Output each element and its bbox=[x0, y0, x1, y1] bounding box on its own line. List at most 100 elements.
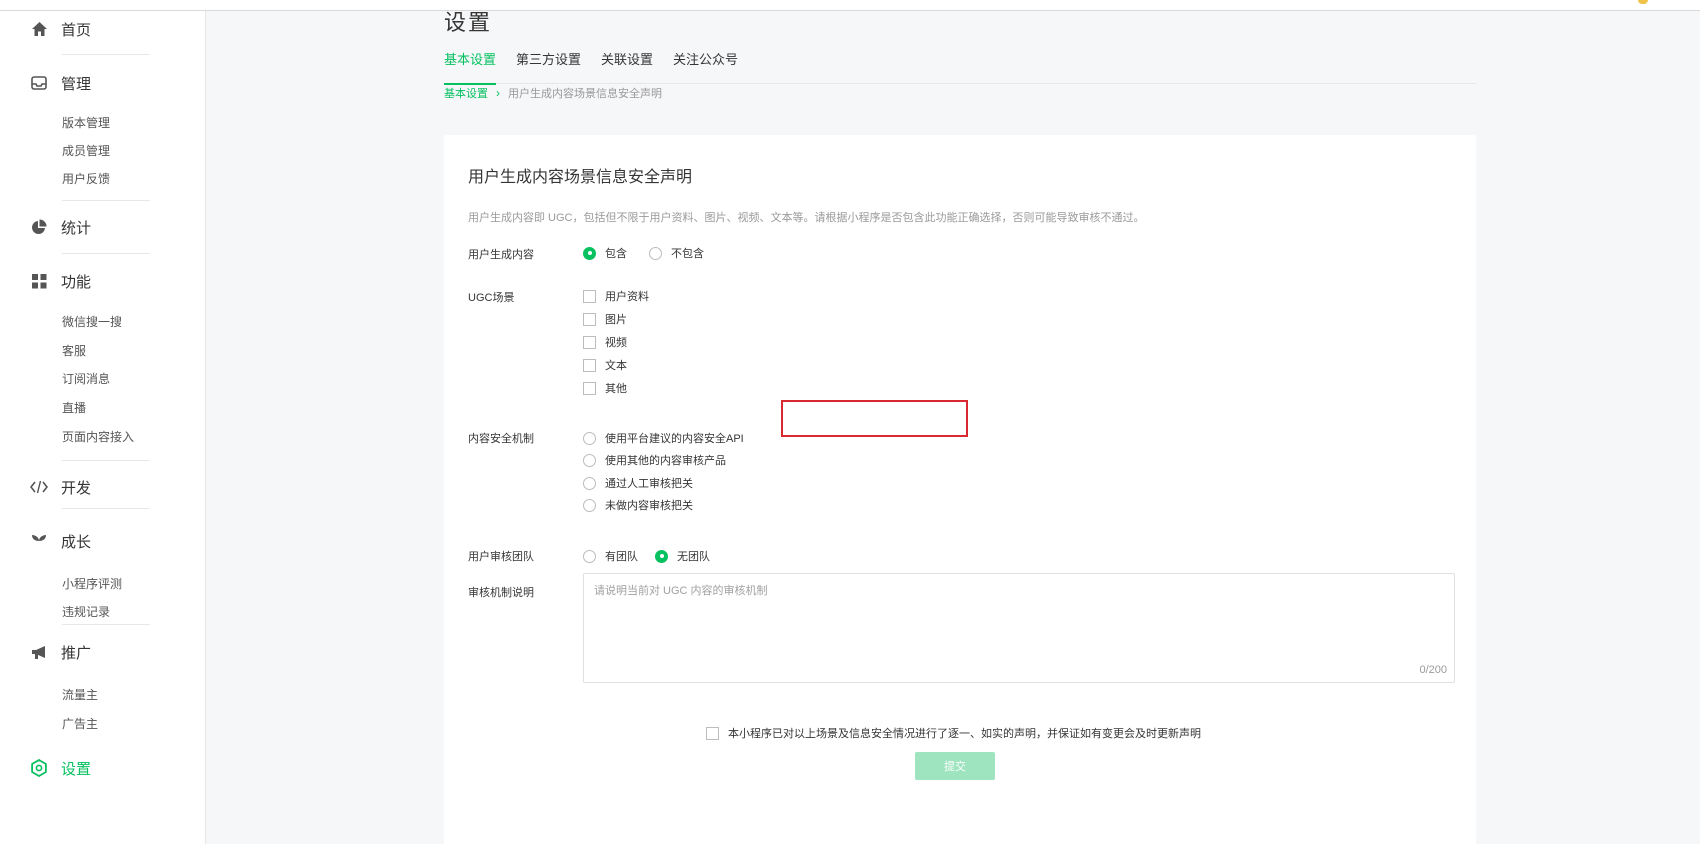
checkbox[interactable] bbox=[583, 358, 596, 372]
option-label: 包含 bbox=[605, 248, 627, 260]
ugc-scenes-label: UGC场景 bbox=[468, 292, 515, 304]
agreement-checkbox-row[interactable]: 本小程序已对以上场景及信息安全情况进行了逐一、如实的声明，并保证如有变更会及时更… bbox=[706, 725, 1201, 741]
scene-user-profile-checkbox[interactable]: 用户资料 bbox=[583, 288, 649, 304]
sidebar-item-live[interactable]: 直播 bbox=[62, 399, 86, 416]
radio-checked[interactable] bbox=[583, 246, 596, 260]
sidebar-item-traffic-owner[interactable]: 流量主 bbox=[62, 686, 98, 703]
sidebar-item-mini-program-review[interactable]: 小程序评测 bbox=[62, 575, 122, 592]
sidebar-item-user-feedback[interactable]: 用户反馈 bbox=[62, 170, 110, 187]
ugc-content-exclude-option[interactable]: 不包含 bbox=[649, 245, 704, 261]
security-mechanism-label: 内容安全机制 bbox=[468, 433, 534, 445]
sidebar-item-dev[interactable]: 开发 bbox=[30, 475, 91, 499]
tab-basic-settings[interactable]: 基本设置 bbox=[444, 46, 497, 85]
form-description: 用户生成内容即 UGC，包括但不限于用户资料、图片、视频、文本等。请根据小程序是… bbox=[468, 212, 1145, 224]
scene-other-checkbox[interactable]: 其他 bbox=[583, 380, 627, 396]
tab-association-settings[interactable]: 关联设置 bbox=[601, 46, 653, 84]
security-other-product-option[interactable]: 使用其他的内容审核产品 bbox=[583, 452, 726, 468]
checkbox[interactable] bbox=[583, 381, 596, 395]
agreement-text: 本小程序已对以上场景及信息安全情况进行了逐一、如实的声明，并保证如有变更会及时更… bbox=[728, 728, 1201, 740]
sidebar-item-member-manage[interactable]: 成员管理 bbox=[62, 142, 110, 159]
sidebar-item-stats[interactable]: 统计 bbox=[30, 215, 91, 239]
main-content: 设置 基本设置 第三方设置 关联设置 关注公众号 基本设置 › 用户生成内容场景… bbox=[206, 10, 1700, 844]
sidebar-item-promote[interactable]: 推广 bbox=[30, 640, 91, 664]
radio-checked[interactable] bbox=[655, 549, 668, 563]
review-description-textarea[interactable]: 请说明当前对 UGC 内容的审核机制 0/200 bbox=[583, 573, 1455, 683]
chevron-right-icon: › bbox=[496, 86, 500, 100]
sidebar-item-label: 推广 bbox=[61, 644, 92, 662]
code-icon bbox=[30, 478, 48, 496]
sidebar-item-label: 设置 bbox=[61, 760, 92, 778]
sidebar-item-label: 开发 bbox=[61, 479, 92, 497]
radio-unchecked[interactable] bbox=[583, 476, 596, 490]
tab-bar: 基本设置 第三方设置 关联设置 关注公众号 bbox=[444, 46, 1476, 85]
sidebar-item-label: 成长 bbox=[61, 533, 92, 551]
top-bar bbox=[0, 0, 1700, 11]
review-team-label: 用户审核团队 bbox=[468, 551, 534, 563]
megaphone-icon bbox=[30, 643, 48, 661]
scene-text-checkbox[interactable]: 文本 bbox=[583, 357, 627, 373]
page-title: 设置 bbox=[444, 10, 493, 35]
option-label: 图片 bbox=[605, 314, 627, 326]
sidebar-item-wechat-search[interactable]: 微信搜一搜 bbox=[62, 313, 122, 330]
security-platform-api-option[interactable]: 使用平台建议的内容安全API bbox=[583, 430, 744, 446]
checkbox[interactable] bbox=[583, 335, 596, 349]
sidebar-item-advertiser[interactable]: 广告主 bbox=[62, 715, 98, 732]
sidebar-item-violation-records[interactable]: 违规记录 bbox=[62, 603, 110, 620]
option-label: 无团队 bbox=[677, 551, 710, 563]
checkbox[interactable] bbox=[706, 726, 719, 740]
sidebar-divider bbox=[62, 54, 150, 55]
team-yes-option[interactable]: 有团队 bbox=[583, 548, 638, 564]
option-label: 其他 bbox=[605, 383, 627, 395]
sidebar-item-features[interactable]: 功能 bbox=[30, 269, 91, 293]
sidebar-item-customer-service[interactable]: 客服 bbox=[62, 342, 86, 359]
option-label: 用户资料 bbox=[605, 291, 649, 303]
breadcrumb-current: 用户生成内容场景信息安全声明 bbox=[508, 88, 662, 100]
radio-unchecked[interactable] bbox=[649, 246, 662, 260]
radio-unchecked[interactable] bbox=[583, 453, 596, 467]
tab-follow-official-account[interactable]: 关注公众号 bbox=[673, 46, 738, 84]
checkbox[interactable] bbox=[583, 289, 596, 303]
pie-chart-icon bbox=[30, 218, 48, 236]
submit-button[interactable]: 提交 bbox=[915, 752, 995, 780]
option-label: 不包含 bbox=[671, 248, 704, 260]
sprout-icon bbox=[30, 532, 48, 550]
sidebar-item-manage[interactable]: 管理 bbox=[30, 71, 91, 95]
ugc-content-include-option[interactable]: 包含 bbox=[583, 245, 627, 261]
scene-video-checkbox[interactable]: 视频 bbox=[583, 334, 627, 350]
home-icon bbox=[30, 20, 48, 38]
sidebar-item-subscribe-message[interactable]: 订阅消息 bbox=[62, 370, 110, 387]
form-card: 用户生成内容场景信息安全声明 用户生成内容即 UGC，包括但不限于用户资料、图片… bbox=[444, 135, 1476, 844]
gear-icon bbox=[30, 759, 48, 777]
sidebar-item-label: 统计 bbox=[61, 219, 92, 237]
tab-third-party-settings[interactable]: 第三方设置 bbox=[516, 46, 581, 84]
sidebar-item-growth[interactable]: 成长 bbox=[30, 529, 91, 553]
team-no-option[interactable]: 无团队 bbox=[655, 548, 710, 564]
radio-unchecked[interactable] bbox=[583, 431, 596, 445]
radio-unchecked[interactable] bbox=[583, 549, 596, 563]
option-label: 有团队 bbox=[605, 551, 638, 563]
sidebar-divider bbox=[62, 200, 150, 201]
sidebar-item-label: 功能 bbox=[61, 273, 92, 291]
sidebar-item-page-content[interactable]: 页面内容接入 bbox=[62, 428, 134, 445]
sidebar-divider bbox=[62, 624, 150, 625]
option-label: 使用其他的内容审核产品 bbox=[605, 455, 726, 467]
ugc-content-label: 用户生成内容 bbox=[468, 249, 534, 261]
security-manual-review-option[interactable]: 通过人工审核把关 bbox=[583, 475, 693, 491]
sidebar-divider bbox=[62, 460, 150, 461]
form-title: 用户生成内容场景信息安全声明 bbox=[468, 169, 693, 186]
radio-unchecked[interactable] bbox=[583, 498, 596, 512]
breadcrumb-basic-settings[interactable]: 基本设置 bbox=[444, 85, 488, 101]
scene-image-checkbox[interactable]: 图片 bbox=[583, 311, 627, 327]
sidebar-item-version-manage[interactable]: 版本管理 bbox=[62, 114, 110, 131]
option-label: 未做内容审核把关 bbox=[605, 500, 693, 512]
security-no-review-option[interactable]: 未做内容审核把关 bbox=[583, 497, 693, 513]
sidebar-item-label: 首页 bbox=[61, 21, 92, 39]
checkbox[interactable] bbox=[583, 312, 596, 326]
sidebar-item-home[interactable]: 首页 bbox=[30, 17, 91, 41]
review-description-label: 审核机制说明 bbox=[468, 587, 534, 599]
option-label: 使用平台建议的内容安全API bbox=[605, 433, 744, 445]
option-label: 通过人工审核把关 bbox=[605, 478, 693, 490]
sidebar-item-settings[interactable]: 设置 bbox=[30, 756, 91, 780]
sidebar-divider bbox=[62, 253, 150, 254]
option-label: 文本 bbox=[605, 360, 627, 372]
